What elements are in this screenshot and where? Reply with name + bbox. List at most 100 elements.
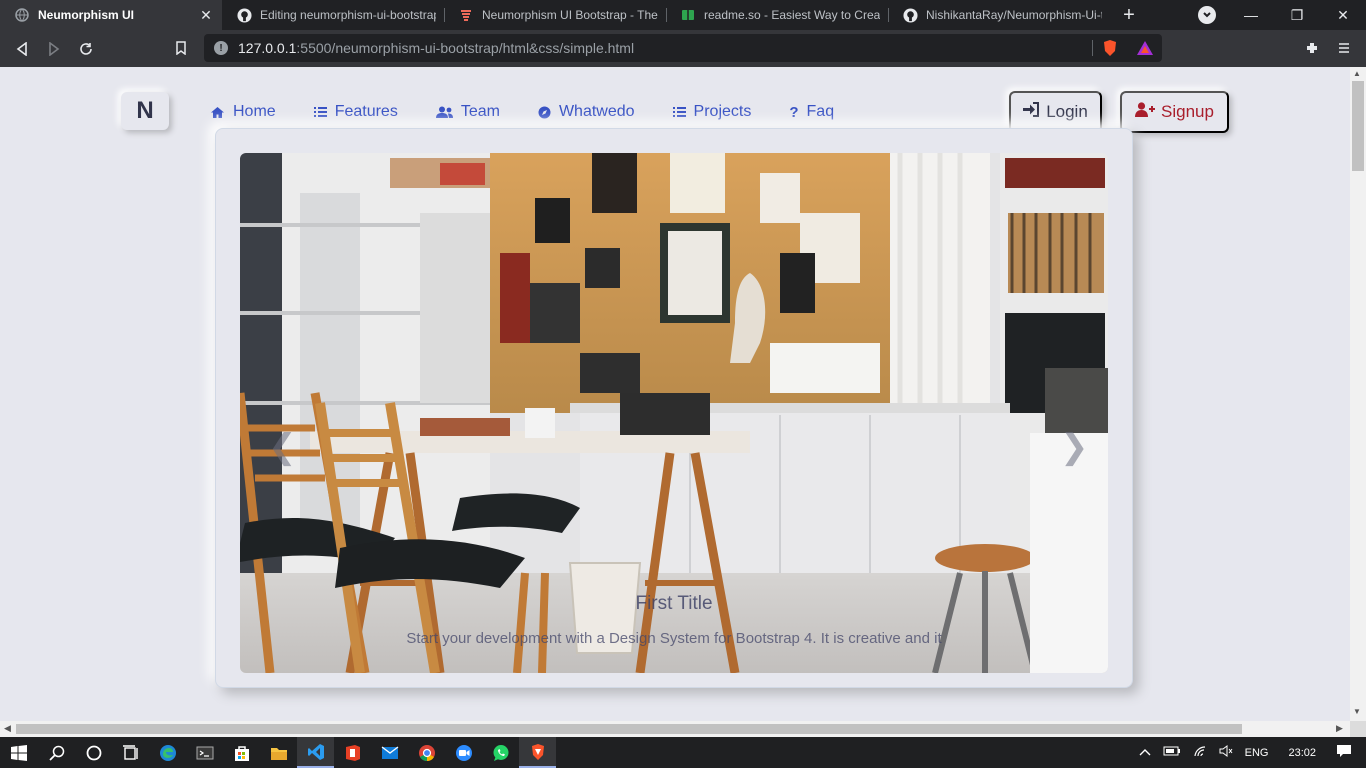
terminal-icon[interactable] <box>186 737 223 768</box>
carousel: ❮ ❯ First Title Start your development w… <box>240 153 1108 673</box>
store-icon[interactable] <box>223 737 260 768</box>
tab-title: Neumorphism UI <box>38 8 135 22</box>
window-controls: — ❐ ✕ <box>1228 0 1366 30</box>
tab-title: Editing neumorphism-ui-bootstrap <box>260 8 436 22</box>
tab-neumorphism-bootstrap[interactable]: Neumorphism UI Bootstrap - Them <box>444 0 666 30</box>
wifi-icon[interactable] <box>1193 745 1207 760</box>
battery-icon[interactable] <box>1163 746 1181 759</box>
scrollbar-corner <box>1350 721 1366 737</box>
login-label: Login <box>1046 102 1088 121</box>
notification-icon[interactable] <box>1336 744 1352 761</box>
main-nav: Home Features Team Whatwedo Projects ? F… <box>210 102 872 122</box>
sign-in-icon <box>1023 102 1040 122</box>
home-icon <box>210 106 225 119</box>
compass-icon <box>538 106 551 119</box>
nav-label: Faq <box>806 103 835 120</box>
nav-label: Whatwedo <box>558 103 635 120</box>
signup-button[interactable]: Signup <box>1120 91 1229 133</box>
tab-readme-so[interactable]: readme.so - Easiest Way to Create <box>666 0 888 30</box>
nav-item-team[interactable]: Team <box>435 103 500 121</box>
signup-label: Signup <box>1161 102 1214 121</box>
brave-shield-icon[interactable] <box>1102 39 1118 60</box>
tab-close-icon[interactable]: ✕ <box>198 7 214 24</box>
users-icon <box>435 106 453 118</box>
list-icon <box>672 106 686 118</box>
vertical-scroll-thumb[interactable] <box>1352 81 1364 171</box>
site-info-icon[interactable]: ! <box>214 41 228 55</box>
tab-title: NishikantaRay/Neumorphism-Ui-te <box>926 8 1102 22</box>
nav-item-whatwedo[interactable]: Whatwedo <box>538 103 635 121</box>
task-view-icon[interactable] <box>112 737 149 768</box>
github-icon <box>236 7 252 23</box>
globe-icon <box>14 7 30 23</box>
scroll-down-icon[interactable]: ▼ <box>1353 707 1361 716</box>
list-icon <box>313 106 327 118</box>
bookmark-icon[interactable] <box>165 32 197 64</box>
horizontal-scrollbar[interactable]: ◀ ▶ <box>0 721 1350 737</box>
brave-icon[interactable] <box>519 737 556 768</box>
brave-rewards-icon[interactable] <box>1136 40 1154 59</box>
cortana-icon[interactable] <box>75 737 112 768</box>
nav-item-features[interactable]: Features <box>313 103 398 121</box>
tab-search-icon[interactable] <box>1198 6 1216 24</box>
user-plus-icon <box>1135 102 1156 122</box>
nav-item-faq[interactable]: ? Faq <box>789 103 834 121</box>
tab-neumorphism-ui[interactable]: Neumorphism UI ✕ <box>0 0 222 30</box>
brand-logo[interactable]: N <box>121 92 169 130</box>
themesberg-icon <box>458 7 474 23</box>
file-explorer-icon[interactable] <box>260 737 297 768</box>
nav-label: Projects <box>693 103 752 120</box>
carousel-caption-text: Start your development with a Design Sys… <box>406 630 942 647</box>
clock[interactable]: 23:02 <box>1288 747 1316 759</box>
url-path: :5500/neumorphism-ui-bootstrap/html&css/… <box>296 40 635 56</box>
new-tab-button[interactable]: + <box>1114 0 1144 30</box>
nav-item-home[interactable]: Home <box>210 103 276 121</box>
url-host: 127.0.0.1 <box>238 40 297 56</box>
mail-icon[interactable] <box>371 737 408 768</box>
tab-title: readme.so - Easiest Way to Create <box>704 8 880 22</box>
carousel-next-icon[interactable]: ❯ <box>1060 427 1089 467</box>
scroll-right-icon[interactable]: ▶ <box>1336 723 1343 734</box>
menu-icon[interactable] <box>1328 32 1360 64</box>
search-icon[interactable] <box>38 737 75 768</box>
forward-icon[interactable] <box>38 33 70 65</box>
scroll-left-icon[interactable]: ◀ <box>4 723 11 734</box>
chrome-icon[interactable] <box>408 737 445 768</box>
carousel-prev-icon[interactable]: ❮ <box>268 427 297 467</box>
minimize-icon[interactable]: — <box>1228 0 1274 30</box>
reload-icon[interactable] <box>70 33 102 65</box>
whatsapp-icon[interactable] <box>482 737 519 768</box>
office-icon[interactable] <box>334 737 371 768</box>
address-bar[interactable]: ! 127.0.0.1 :5500/neumorphism-ui-bootstr… <box>204 34 1162 62</box>
login-button[interactable]: Login <box>1009 91 1102 133</box>
taskbar: ENG 23:02 <box>0 737 1366 768</box>
tab-editing-github[interactable]: Editing neumorphism-ui-bootstrap <box>222 0 444 30</box>
scroll-up-icon[interactable]: ▲ <box>1353 69 1361 78</box>
restore-icon[interactable]: ❐ <box>1274 0 1320 30</box>
horizontal-scroll-thumb[interactable] <box>16 724 1242 734</box>
vertical-scrollbar[interactable]: ▲ ▼ <box>1350 67 1366 721</box>
language-indicator[interactable]: ENG <box>1245 747 1269 759</box>
show-hidden-icons-icon[interactable] <box>1139 747 1151 759</box>
extensions-icon[interactable] <box>1296 32 1328 64</box>
browser-tabbar: Neumorphism UI ✕ Editing neumorphism-ui-… <box>0 0 1366 30</box>
browser-toolbar: ! 127.0.0.1 :5500/neumorphism-ui-bootstr… <box>0 30 1366 67</box>
tab-title: Neumorphism UI Bootstrap - Them <box>482 8 658 22</box>
system-tray: ENG 23:02 <box>1133 737 1366 768</box>
zoom-icon[interactable] <box>445 737 482 768</box>
tab-github-repo[interactable]: NishikantaRay/Neumorphism-Ui-te <box>888 0 1110 30</box>
address-separator <box>1092 40 1093 56</box>
question-icon: ? <box>789 103 799 121</box>
carousel-caption-title: First Title <box>635 593 713 614</box>
book-icon <box>680 7 696 23</box>
windows-start-icon[interactable] <box>0 737 38 768</box>
vscode-icon[interactable] <box>297 737 334 768</box>
nav-item-projects[interactable]: Projects <box>672 103 752 121</box>
github-icon <box>902 7 918 23</box>
back-icon[interactable] <box>6 33 38 65</box>
edge-icon[interactable] <box>149 737 186 768</box>
nav-label: Features <box>334 103 398 120</box>
volume-muted-icon[interactable] <box>1219 745 1233 760</box>
nav-label: Team <box>460 103 500 120</box>
close-icon[interactable]: ✕ <box>1320 0 1366 30</box>
